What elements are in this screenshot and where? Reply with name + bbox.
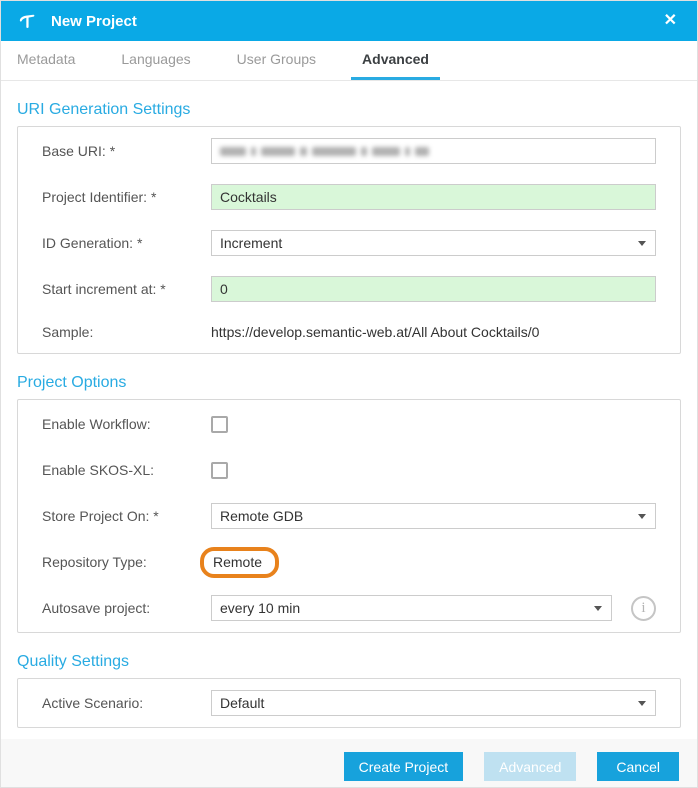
project-identifier-input[interactable]: Cocktails — [211, 184, 656, 210]
chevron-down-icon — [594, 606, 602, 611]
active-scenario-label: Active Scenario: — [42, 695, 211, 711]
base-uri-label: Base URI: * — [42, 143, 211, 159]
sample-row: Sample: https://develop.semantic-web.at/… — [18, 312, 680, 352]
dialog-header: New Project ✕ — [1, 1, 697, 41]
tab-metadata[interactable]: Metadata — [17, 41, 86, 80]
sample-uri-value: https://develop.semantic-web.at/All Abou… — [211, 324, 539, 340]
active-scenario-select[interactable]: Default — [211, 690, 656, 716]
store-project-on-row: Store Project On: * Remote GDB — [18, 493, 680, 539]
redacted-value — [220, 147, 434, 156]
id-generation-value: Increment — [220, 235, 282, 251]
base-uri-input[interactable] — [211, 138, 656, 164]
chevron-down-icon — [638, 701, 646, 706]
base-uri-row: Base URI: * — [18, 128, 680, 174]
project-identifier-row: Project Identifier: * Cocktails — [18, 174, 680, 220]
id-generation-row: ID Generation: * Increment — [18, 220, 680, 266]
active-scenario-value: Default — [220, 695, 264, 711]
tab-bar: Metadata Languages User Groups Advanced — [1, 41, 697, 81]
dialog-title: New Project — [51, 13, 137, 30]
section-title-project-options: Project Options — [17, 374, 681, 391]
sample-label: Sample: — [42, 324, 211, 340]
advanced-button[interactable]: Advanced — [484, 752, 576, 781]
dialog-body: URI Generation Settings Base URI: * Proj… — [1, 81, 697, 739]
enable-skos-xl-row: Enable SKOS-XL: — [18, 447, 680, 493]
id-generation-label: ID Generation: * — [42, 235, 211, 251]
tab-advanced[interactable]: Advanced — [351, 41, 440, 80]
start-increment-label: Start increment at: * — [42, 281, 211, 297]
autosave-project-value: every 10 min — [220, 600, 300, 616]
section-title-quality-settings: Quality Settings — [17, 653, 681, 670]
tab-languages[interactable]: Languages — [110, 41, 201, 80]
project-options-panel: Enable Workflow: Enable SKOS-XL: Store P… — [17, 399, 681, 633]
tab-user-groups[interactable]: User Groups — [226, 41, 327, 80]
enable-workflow-label: Enable Workflow: — [42, 416, 211, 432]
enable-workflow-row: Enable Workflow: — [18, 401, 680, 447]
start-increment-input[interactable]: 0 — [211, 276, 656, 302]
autosave-project-label: Autosave project: — [42, 600, 211, 616]
store-project-on-value: Remote GDB — [220, 508, 303, 524]
active-scenario-row: Active Scenario: Default — [18, 680, 680, 726]
repository-type-value-annotation: Remote — [200, 547, 279, 578]
info-icon[interactable]: i — [631, 596, 656, 621]
autosave-project-row: Autosave project: every 10 min i — [18, 585, 680, 631]
close-icon[interactable]: ✕ — [660, 9, 681, 33]
chevron-down-icon — [638, 514, 646, 519]
uri-generation-panel: Base URI: * Project Identifier: * Cockta… — [17, 126, 681, 354]
id-generation-select[interactable]: Increment — [211, 230, 656, 256]
quality-settings-panel: Active Scenario: Default — [17, 678, 681, 728]
section-title-uri-generation: URI Generation Settings — [17, 101, 681, 118]
create-project-button[interactable]: Create Project — [344, 752, 463, 781]
enable-skos-xl-checkbox[interactable] — [211, 462, 228, 479]
cancel-button[interactable]: Cancel — [597, 752, 679, 781]
app-logo-icon — [17, 11, 37, 31]
repository-type-label: Repository Type: — [42, 554, 211, 570]
autosave-project-select[interactable]: every 10 min — [211, 595, 612, 621]
chevron-down-icon — [638, 241, 646, 246]
dialog-footer: Create Project Advanced Cancel — [1, 739, 697, 787]
repository-type-row: Repository Type: Remote — [18, 539, 680, 585]
store-project-on-select[interactable]: Remote GDB — [211, 503, 656, 529]
enable-workflow-checkbox[interactable] — [211, 416, 228, 433]
store-project-on-label: Store Project On: * — [42, 508, 211, 524]
enable-skos-xl-label: Enable SKOS-XL: — [42, 462, 211, 478]
start-increment-row: Start increment at: * 0 — [18, 266, 680, 312]
project-identifier-label: Project Identifier: * — [42, 189, 211, 205]
